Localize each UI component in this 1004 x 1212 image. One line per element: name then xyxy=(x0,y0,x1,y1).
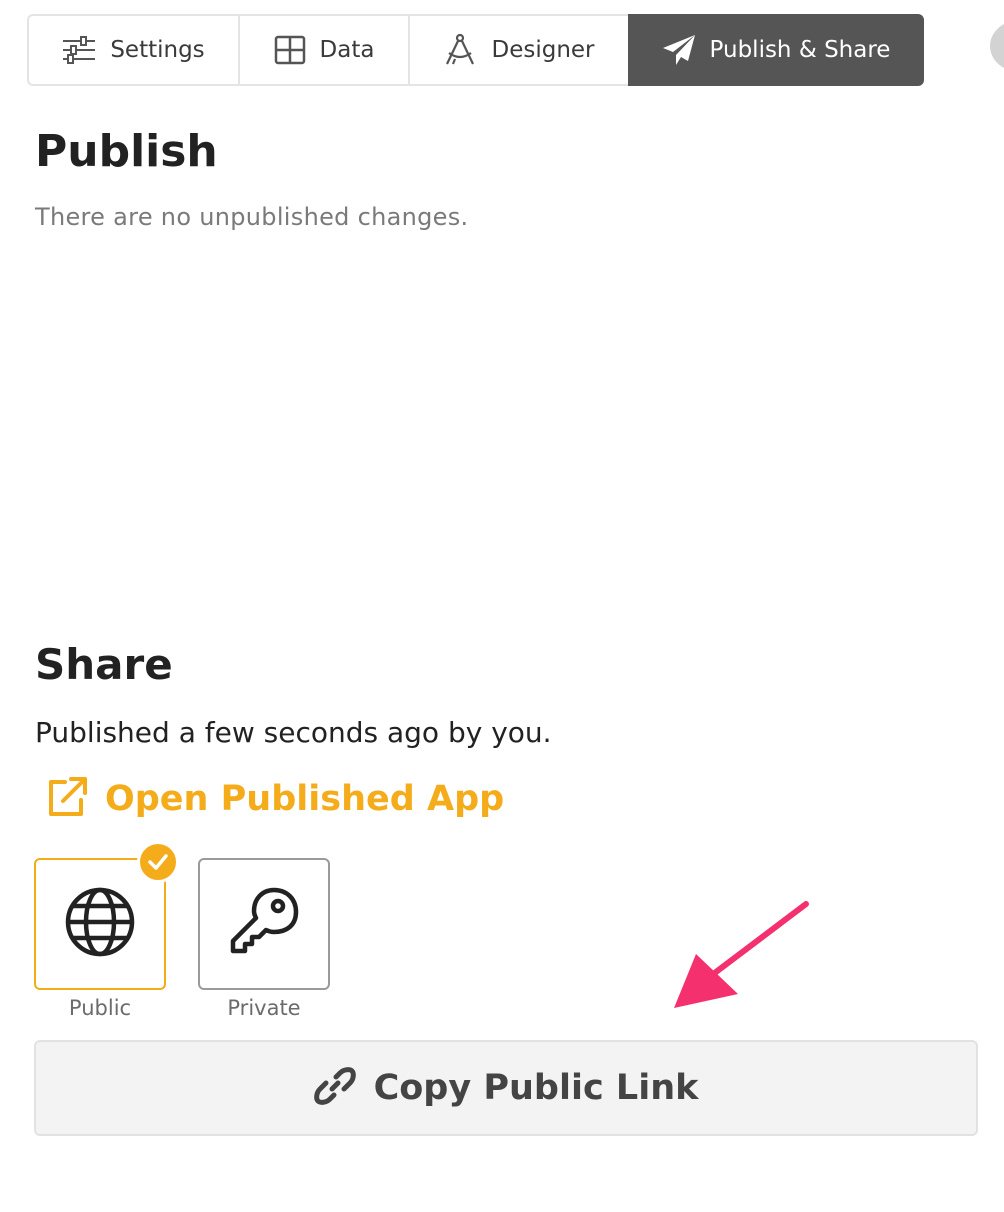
tab-bar: Settings Data Designer Publish & Share xyxy=(27,14,924,86)
open-published-app-label: Open Published App xyxy=(105,779,505,819)
compass-icon xyxy=(443,33,477,67)
published-by-text: Published a few seconds ago by you. xyxy=(35,716,552,749)
tab-settings[interactable]: Settings xyxy=(27,14,238,86)
tab-designer-label: Designer xyxy=(491,37,595,63)
avatar[interactable] xyxy=(990,20,1004,72)
visibility-public-label: Public xyxy=(68,996,132,1020)
paper-plane-icon xyxy=(662,34,696,66)
key-icon xyxy=(226,884,302,964)
share-heading: Share xyxy=(35,640,173,689)
annotation-arrow-icon xyxy=(674,901,809,1008)
link-icon xyxy=(313,1065,356,1111)
sliders-icon xyxy=(62,35,96,65)
publish-status-text: There are no unpublished changes. xyxy=(35,203,469,231)
publish-heading: Publish xyxy=(35,126,218,177)
copy-public-link-label: Copy Public Link xyxy=(373,1068,699,1108)
external-link-icon xyxy=(45,776,89,822)
grid-icon xyxy=(274,35,306,65)
tab-data[interactable]: Data xyxy=(238,14,408,86)
visibility-private-label: Private xyxy=(227,996,301,1020)
visibility-private-option[interactable] xyxy=(198,858,330,990)
tab-designer[interactable]: Designer xyxy=(408,14,628,86)
tab-settings-label: Settings xyxy=(110,37,205,63)
globe-icon xyxy=(64,886,136,962)
tab-publish-share[interactable]: Publish & Share xyxy=(628,14,924,86)
tab-data-label: Data xyxy=(319,37,375,63)
tab-publish-share-label: Publish & Share xyxy=(709,37,891,63)
open-published-app-link[interactable]: Open Published App xyxy=(45,776,504,822)
selected-check-icon xyxy=(137,841,179,883)
copy-public-link-button[interactable]: Copy Public Link xyxy=(34,1040,978,1136)
